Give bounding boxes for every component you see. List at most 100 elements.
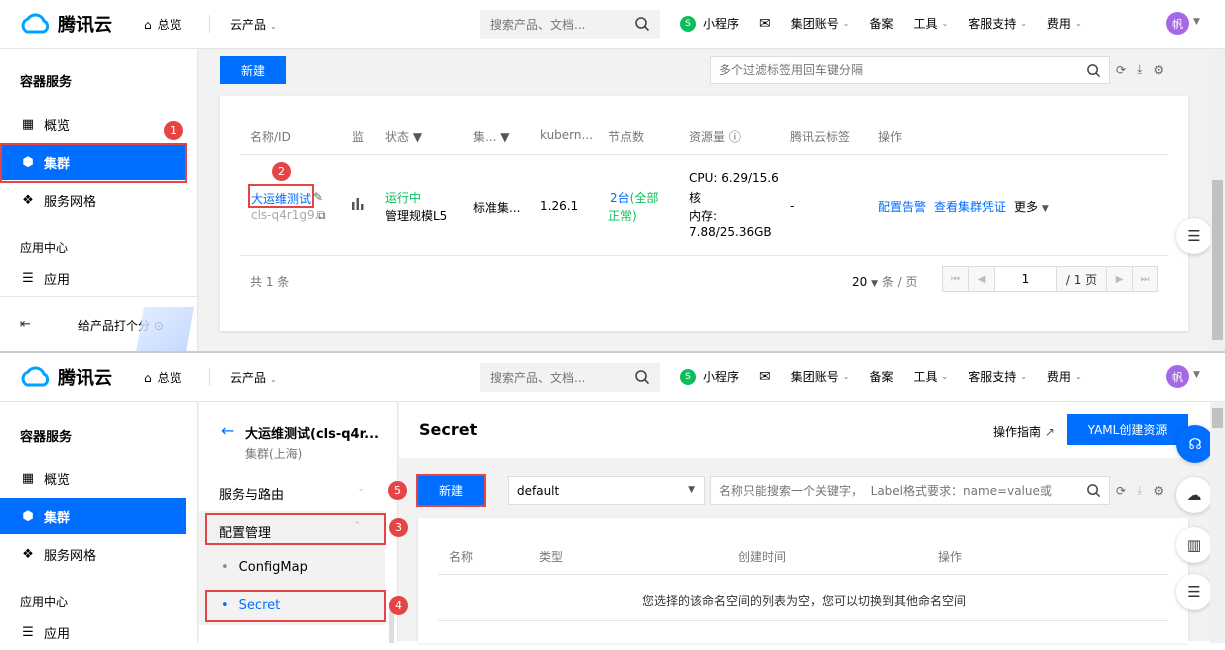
- chevron-down-icon: ⌄: [941, 372, 949, 381]
- search-icon[interactable]: [1086, 63, 1101, 78]
- next-page-icon[interactable]: ▶: [1107, 267, 1133, 291]
- scrollbar-thumb[interactable]: [1212, 408, 1223, 428]
- nav-support[interactable]: 客服支持 ⌄: [968, 15, 1027, 32]
- last-page-icon[interactable]: ⏭: [1133, 267, 1157, 291]
- nav-support[interactable]: 客服支持 ⌄: [968, 368, 1027, 385]
- scrollbar-thumb[interactable]: [1212, 180, 1223, 340]
- float-list-button[interactable]: ☰: [1176, 574, 1212, 610]
- download-icon[interactable]: ⤓: [1137, 483, 1142, 498]
- menu-configmap[interactable]: • ConfigMap: [199, 549, 385, 587]
- cluster-filter-input[interactable]: [719, 63, 1079, 77]
- copy-icon[interactable]: ⧉: [317, 208, 326, 223]
- chevron-down-icon: ⌄: [941, 19, 949, 28]
- settings-icon[interactable]: ⚙: [1153, 484, 1164, 498]
- nav-billing[interactable]: 费用 ⌄: [1047, 368, 1082, 385]
- info-icon[interactable]: ⓘ: [729, 130, 741, 144]
- nav-tools[interactable]: 工具 ⌄: [913, 15, 948, 32]
- node-count[interactable]: 2台(全部: [610, 189, 658, 206]
- sidebar-item-label: 应用: [44, 272, 71, 288]
- caret-down-icon: ▼: [1041, 204, 1049, 214]
- brand-logo[interactable]: 腾讯云: [18, 364, 112, 390]
- nav-icp[interactable]: 备案: [869, 368, 893, 385]
- nav-mail[interactable]: ✉: [759, 16, 771, 32]
- prev-page-icon[interactable]: ◀: [969, 267, 995, 291]
- toolbar-icons: ⟳ ⤓ ⚙: [1116, 62, 1164, 77]
- cluster-id: cls-q4r1g9...: [251, 208, 327, 222]
- nav-products[interactable]: 云产品 ⌄: [230, 16, 277, 33]
- settings-icon[interactable]: ⚙: [1153, 63, 1164, 77]
- sidebar-item-app[interactable]: ☰ 应用: [0, 260, 186, 296]
- filter-icon[interactable]: ▼: [500, 130, 509, 144]
- sidebar-item-cluster[interactable]: ⬢ 集群: [0, 498, 186, 534]
- nav-group-account[interactable]: 集团账号 ⌄: [791, 368, 850, 385]
- float-list-button[interactable]: ☰: [1176, 218, 1212, 254]
- col-type[interactable]: 集... ▼: [473, 128, 510, 145]
- node-status-open: (全部: [629, 191, 659, 205]
- new-cluster-button[interactable]: 新建: [220, 56, 286, 84]
- nav-home[interactable]: ⌂ 总览: [144, 369, 182, 386]
- float-support-button[interactable]: ☊: [1176, 425, 1214, 463]
- global-search-input[interactable]: [490, 17, 630, 32]
- search-icon[interactable]: [634, 369, 650, 385]
- download-icon[interactable]: ⤓: [1137, 62, 1142, 77]
- nav-miniprogram[interactable]: S 小程序: [680, 15, 739, 32]
- monitor-chart-icon[interactable]: [351, 196, 365, 213]
- yaml-create-button[interactable]: YAML创建资源: [1067, 414, 1188, 445]
- cluster-filter[interactable]: [710, 56, 1110, 84]
- page-size-unit: 条 / 页: [881, 275, 918, 289]
- nav-products[interactable]: 云产品 ⌄: [230, 369, 277, 386]
- sidebar-item-mesh[interactable]: ❖ 服务网格: [0, 536, 186, 572]
- float-cloud-button[interactable]: ☁: [1176, 477, 1212, 513]
- sidebar-item-app[interactable]: ☰ 应用: [0, 614, 186, 650]
- menu-service-route[interactable]: 服务与路由 ⌄: [219, 484, 389, 503]
- search-icon[interactable]: [1086, 483, 1101, 498]
- filter-icon[interactable]: ▼: [413, 130, 422, 144]
- configure-alarm-link[interactable]: 配置告警: [878, 198, 926, 215]
- nav-icp-label: 备案: [869, 17, 894, 31]
- mail-icon: ✉: [759, 368, 771, 385]
- page-number-input[interactable]: 1: [995, 267, 1057, 291]
- global-search[interactable]: [480, 363, 660, 392]
- collapse-icon[interactable]: ⇤: [20, 317, 31, 332]
- nav-tools[interactable]: 工具 ⌄: [913, 368, 948, 385]
- search-icon[interactable]: [634, 16, 650, 32]
- sidebar-item-overview[interactable]: ▦ 概览: [0, 460, 186, 496]
- node-count-link[interactable]: 2台: [610, 191, 630, 205]
- first-page-icon[interactable]: ⏮: [943, 267, 969, 291]
- page-size-select[interactable]: 20 ▼ 条 / 页: [852, 273, 918, 290]
- nav-home[interactable]: ⌂ 总览: [144, 16, 182, 33]
- brand-logo[interactable]: 腾讯云: [18, 11, 112, 37]
- secret-filter[interactable]: [710, 476, 1110, 505]
- chevron-down-icon[interactable]: ▼: [1193, 370, 1200, 380]
- nav-group-account[interactable]: 集团账号 ⌄: [791, 15, 850, 32]
- guide-link[interactable]: 操作指南 ↗: [993, 423, 1055, 440]
- nav-mail[interactable]: ✉: [759, 369, 771, 385]
- edit-icon[interactable]: ✎: [313, 190, 323, 204]
- more-actions[interactable]: 更多 ▼: [1014, 198, 1049, 215]
- back-arrow-icon[interactable]: ←: [221, 421, 234, 440]
- nav-icp[interactable]: 备案: [869, 15, 893, 32]
- cloud-logo-icon: [21, 13, 50, 34]
- avatar[interactable]: 帆: [1166, 12, 1189, 35]
- nav-miniprogram[interactable]: S 小程序: [680, 368, 739, 385]
- refresh-icon[interactable]: ⟳: [1116, 63, 1126, 77]
- view-credentials-link[interactable]: 查看集群凭证: [934, 198, 1006, 215]
- list-icon: ☰: [1187, 227, 1201, 245]
- avatar[interactable]: 帆: [1166, 365, 1189, 388]
- sidebar-item-mesh[interactable]: ❖ 服务网格: [0, 182, 186, 218]
- global-search-input[interactable]: [490, 370, 630, 385]
- global-search[interactable]: [480, 10, 660, 39]
- sidebar-item-overview[interactable]: ▦ 概览: [0, 106, 186, 142]
- nav-support-label: 客服支持: [968, 370, 1017, 384]
- col-status[interactable]: 状态 ▼: [385, 128, 422, 145]
- secret-filter-input[interactable]: [719, 483, 1079, 498]
- table-header-divider: [240, 154, 1168, 155]
- refresh-icon[interactable]: ⟳: [1116, 484, 1126, 498]
- chevron-down-icon[interactable]: ▼: [1193, 17, 1200, 27]
- nav-billing[interactable]: 费用 ⌄: [1047, 15, 1082, 32]
- float-docs-button[interactable]: ▥: [1176, 527, 1212, 563]
- annotation-box-3: [205, 513, 386, 545]
- sidebar-item-label: 服务网格: [44, 548, 97, 564]
- row-divider: [240, 255, 1168, 256]
- namespace-select[interactable]: default ▼: [508, 476, 705, 505]
